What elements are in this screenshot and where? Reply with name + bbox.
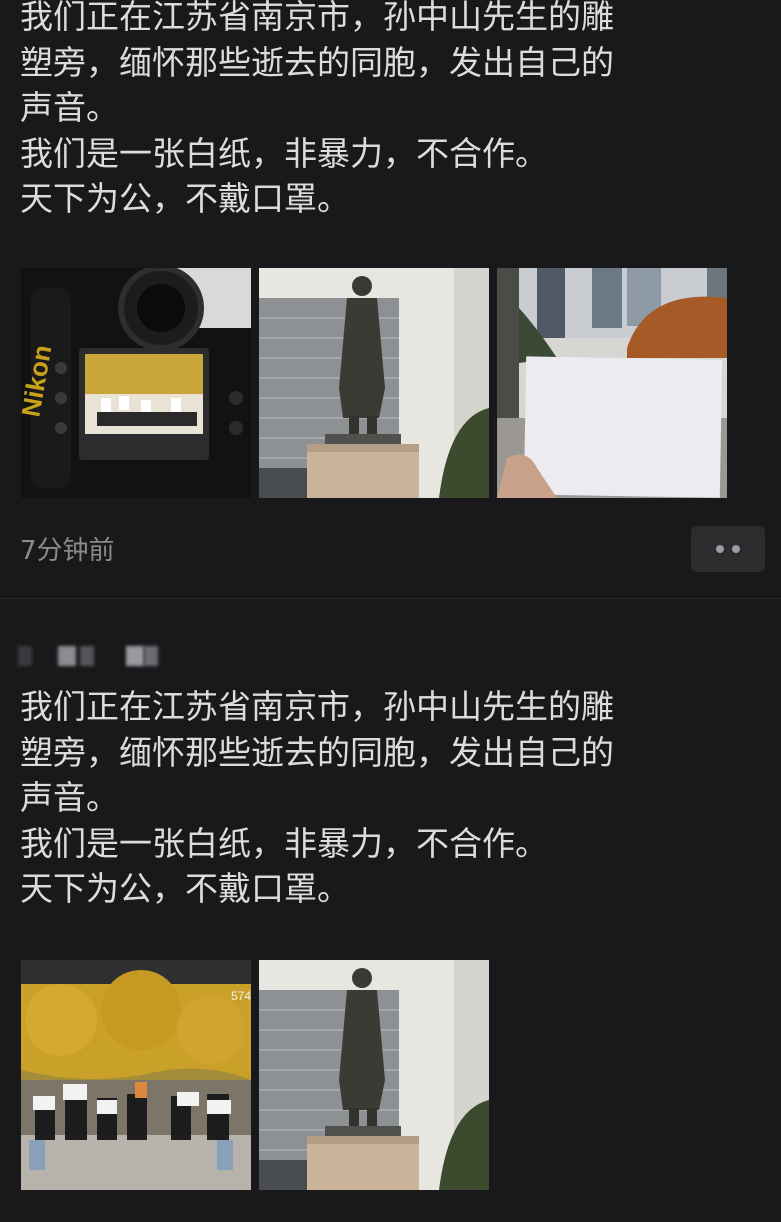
- photo-counter-badge: 574: [231, 989, 251, 1003]
- camera-screen-photo[interactable]: Nikon: [21, 268, 251, 498]
- post-1-line: 天下为公，不戴口罩。: [20, 179, 350, 218]
- statue-photo-graphic: [259, 268, 489, 498]
- sun-yat-sen-statue-photo[interactable]: [259, 960, 489, 1190]
- more-dot-icon: [716, 545, 724, 553]
- post-2-cutoff-location-link[interactable]: [20, 1212, 307, 1222]
- post-1-timestamp: 7分钟前: [20, 536, 115, 566]
- group-photo-graphic: 574: [21, 960, 251, 1190]
- post-1-text: 我们正在江苏省南京市，孙中山先生的雕 塑旁，缅怀那些逝去的同胞，发出自己的 声音…: [20, 0, 760, 222]
- statue-photo-graphic: [259, 960, 489, 1190]
- post-2-photo-grid: 574: [21, 960, 489, 1190]
- post-1-line: 我们正在江苏省南京市，孙中山先生的雕: [20, 0, 614, 36]
- post-2-line: 我们正在江苏省南京市，孙中山先生的雕: [20, 687, 614, 726]
- post-1-photo-grid: Nikon: [21, 268, 727, 498]
- post-1-line: 我们是一张白纸，非暴力，不合作。: [20, 133, 548, 173]
- post-2-line: 塑旁，缅怀那些逝去的同胞，发出自己的: [20, 732, 614, 772]
- post-1-line: 声音。: [20, 88, 119, 127]
- more-actions-button[interactable]: [691, 526, 765, 572]
- post-2-line: 天下为公，不戴口罩。: [20, 869, 350, 908]
- sun-yat-sen-statue-photo[interactable]: [259, 268, 489, 498]
- paper-photo-graphic: [497, 268, 727, 498]
- post-2-line: 声音。: [20, 778, 119, 817]
- post-2-line: 我们是一张白纸，非暴力，不合作。: [20, 823, 548, 863]
- post-2-text: 我们正在江苏省南京市，孙中山先生的雕 塑旁，缅怀那些逝去的同胞，发出自己的 声音…: [20, 684, 760, 912]
- protest-group-photo[interactable]: 574: [21, 960, 251, 1190]
- camera-photo-graphic: Nikon: [21, 268, 251, 498]
- blank-paper-photo[interactable]: [497, 268, 727, 498]
- post-1-line: 塑旁，缅怀那些逝去的同胞，发出自己的: [20, 42, 614, 82]
- post-2-author-name-blurred[interactable]: [18, 646, 158, 668]
- post-divider: [0, 598, 781, 599]
- more-dot-icon: [732, 545, 740, 553]
